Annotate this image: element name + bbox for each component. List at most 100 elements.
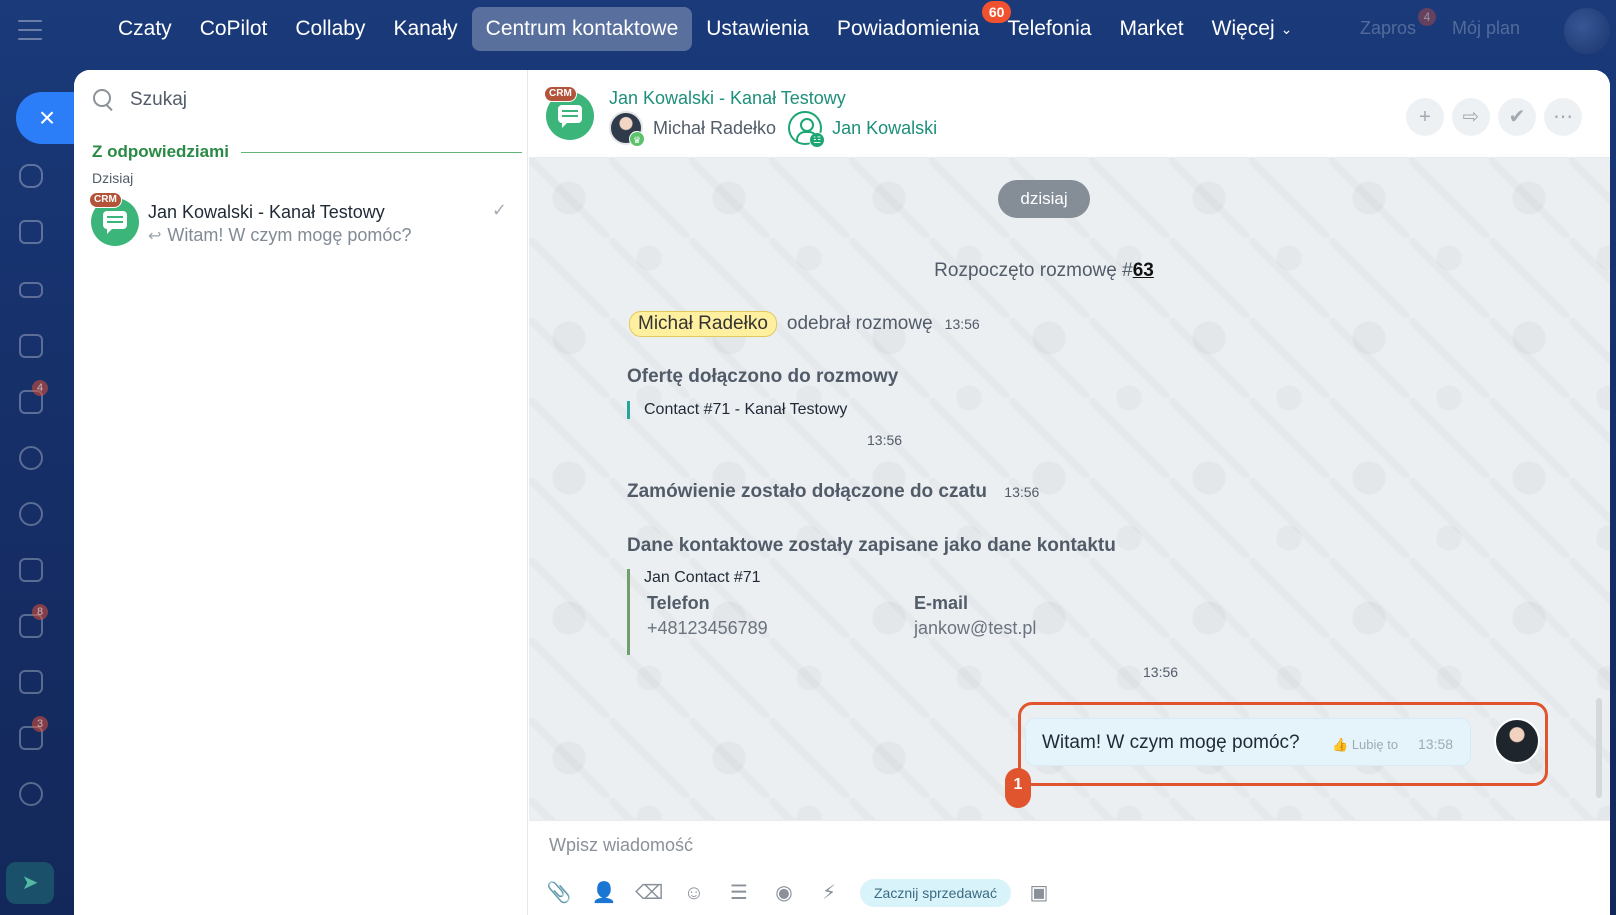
menu-icon[interactable] [18,20,42,40]
hidden-message-icon[interactable]: ◉ [770,879,798,907]
nav-item-telefonia[interactable]: Telefonia [993,7,1105,51]
message-input[interactable] [549,829,1549,861]
email-value[interactable]: jankow@test.pl [914,618,1036,639]
nav-items: Czaty CoPilot Collaby Kanały Centrum kon… [104,1,1307,52]
ghost-invite-link[interactable]: Zapros [1360,18,1416,39]
chat-area: CRM Jan Kowalski - Kanał Testowy ♛ Micha… [529,70,1610,915]
nav-item-centrum-kontaktowe[interactable]: Centrum kontaktowe [471,7,693,51]
contact-time: 13:56 [1143,664,1179,680]
offer-quote-text: Contact #71 - Kanał Testowy [644,401,848,418]
recent-chat-item[interactable]: CRM Jan Kowalski - Kanał Testowy ↩ Witam!… [74,190,527,254]
recent-chat-preview-text: Witam! W czym mogę pomóc? [167,225,412,245]
templates-icon[interactable]: ☰ [725,879,753,907]
ghost-plan-link[interactable]: Mój plan [1452,18,1520,39]
operator-mention[interactable]: Michał Radełko [629,311,777,337]
user-icon[interactable]: 👤 [590,879,618,907]
mail-badge: 4 [32,380,48,396]
board-icon[interactable] [19,558,43,582]
rocket-icon[interactable]: ➤ [6,862,54,904]
drive-icon[interactable] [19,282,43,298]
accepted-row: Michał Radełko odebrał rozmowę 13:56 [629,311,980,337]
start-selling-button[interactable]: Zacznij sprzedawać [860,879,1011,907]
panel-icon[interactable]: ▣ [1025,879,1053,907]
ghost-invite-badge: 4 [1418,8,1436,26]
nav-item-kanaly[interactable]: Kanały [379,7,471,51]
contact-saved-title: Dane kontaktowe zostały zapisane jako da… [627,535,1116,556]
nav-item-market[interactable]: Market [1105,7,1197,51]
contact-block: Jan Contact #71 Telefon +48123456789 E-m… [627,569,1057,655]
slash-command-icon[interactable]: ⌫ [635,879,663,907]
left-rail: 4 8 3 [0,66,72,915]
accepted-time: 13:56 [944,316,980,332]
calendar-icon[interactable] [19,670,43,694]
file-icon[interactable] [19,334,43,358]
more-icon[interactable]: ⋯ [1544,98,1582,136]
nav-item-powiadomienia-label: Powiadomienia [836,17,980,40]
add-icon[interactable]: + [1406,98,1444,136]
operator-name[interactable]: Michał Radełko [653,118,776,139]
chat-header: CRM Jan Kowalski - Kanał Testowy ♛ Micha… [529,70,1610,158]
section-divider [240,151,522,153]
accepted-text: odebrał rozmowę [786,313,933,334]
user-avatar[interactable] [1564,8,1610,54]
chat-icon[interactable] [19,164,43,188]
email-label: E-mail [914,593,969,613]
offer-attached-title: Ofertę dołączono do rozmowy [627,366,899,387]
nav-item-ustawienia[interactable]: Ustawienia [692,7,823,51]
message-list[interactable]: dzisiaj Rozpoczęto rozmowę #63 Michał Ra… [529,158,1610,820]
lightning-icon[interactable]: ⚡ [815,879,843,907]
chat-bubble-icon [103,211,127,234]
id-card-badge: 3 [32,716,48,732]
chat-header-avatar[interactable]: CRM [544,86,594,140]
operator-avatar[interactable]: ♛ [609,111,645,147]
recent-chat-preview: ↩ Witam! W czym mogę pomóc? [148,225,411,246]
chat-title[interactable]: Jan Kowalski - Kanał Testowy [609,88,846,109]
like-button[interactable]: 👍 Lubię to [1332,737,1398,753]
reply-icon: ↩ [148,228,162,245]
crm-tag: CRM [89,192,122,208]
top-navigation: Czaty CoPilot Collaby Kanały Centrum kon… [0,0,1616,66]
nav-item-copilot[interactable]: CoPilot [186,7,282,51]
like-label: Lubię to [1351,737,1399,752]
composer: 📎 👤 ⌫ ☺ ☰ ◉ ⚡ Zacznij sprzedawać ▣ [529,820,1610,915]
chevron-down-icon: ⌄ [1280,21,1293,38]
forward-icon[interactable]: ⇨ [1452,98,1490,136]
header-actions: + ⇨ ✔ ⋯ [1398,98,1582,136]
composer-tools: 📎 👤 ⌫ ☺ ☰ ◉ ⚡ Zacznij sprzedawać ▣ [545,879,1070,907]
message-author-avatar[interactable] [1494,718,1540,764]
nav-item-powiadomienia[interactable]: Powiadomienia 60 [823,1,1012,51]
close-button[interactable]: × [16,92,74,144]
read-check-icon: ✓ [491,200,507,220]
client-name[interactable]: Jan Kowalski [832,118,937,139]
conversation-number-link[interactable]: 63 [1133,260,1154,281]
tasks-badge: 8 [32,604,48,620]
emoji-icon[interactable]: ☺ [680,879,708,907]
recent-chat-title: Jan Kowalski - Kanał Testowy [148,202,385,222]
offer-quote[interactable]: Contact #71 - Kanał Testowy [627,401,847,419]
day-label: Dzisiaj [92,170,134,186]
finish-check-icon[interactable]: ✔ [1498,98,1536,136]
phone-value[interactable]: +48123456789 [647,618,768,639]
message-time: 13:58 [1418,736,1454,752]
contacts-icon[interactable] [19,446,43,470]
document-icon[interactable] [19,220,43,244]
operator-message[interactable]: Witam! W czym mogę pomóc? 👍 Lubię to 13:… [1025,718,1471,766]
nav-item-collaby[interactable]: Collaby [281,7,379,51]
participants: ♛ Michał Radełko ☰ Jan Kowalski [609,108,937,148]
search-input[interactable] [130,89,510,111]
scrollbar[interactable] [1596,698,1602,798]
step-marker: 1 [1005,768,1031,808]
email-column: E-mail jankow@test.pl [914,593,1036,639]
contact-name[interactable]: Jan Contact #71 [644,569,1057,587]
nav-item-wiecej-label: Więcej [1211,17,1275,40]
phone-column: Telefon +48123456789 [647,593,768,639]
client-avatar[interactable]: ☰ [788,111,826,148]
gear-icon[interactable] [19,782,43,806]
nav-item-wiecej[interactable]: Więcej ⌄ [1198,7,1307,51]
messenger-card: Z odpowiedziami Dzisiaj CRM Jan Kowalski… [74,70,1610,915]
attach-icon[interactable]: 📎 [545,879,573,907]
chat-bubble-icon [558,105,582,128]
search-bar [92,88,510,112]
nav-item-czaty[interactable]: Czaty [104,7,186,51]
hexagon-icon[interactable] [19,502,43,526]
